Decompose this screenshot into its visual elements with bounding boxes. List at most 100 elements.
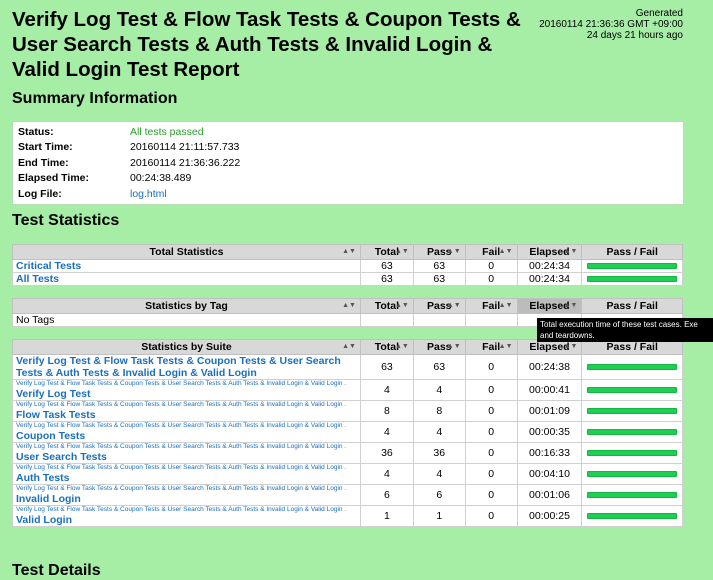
suite-name[interactable]: Verify Log Test & Flow Task Tests & Coup…	[12, 484, 361, 506]
pass-bar	[587, 364, 677, 370]
all-tests-link[interactable]: All Tests	[16, 273, 59, 285]
table-row: Verify Log Test & Flow Task Tests & Coup…	[12, 442, 683, 464]
stat-pass: 6	[412, 484, 466, 506]
statistics-heading: Test Statistics	[12, 212, 120, 229]
stat-fail: 0	[464, 421, 518, 443]
table-row: Verify Log Test & Flow Task Tests & Coup…	[12, 354, 683, 380]
col-header-fail[interactable]: Fail ▲▼	[464, 244, 518, 260]
stat-fail: 0	[464, 484, 518, 506]
summary-row-end: End Time: 20160114 21:36:36.222	[13, 155, 245, 171]
pass-fail-cell	[581, 259, 683, 273]
stat-fail: 0	[464, 442, 518, 464]
pass-fail-cell	[581, 379, 683, 401]
sort-arrows-icon: ▲▼	[342, 248, 356, 255]
pass-bar	[587, 429, 677, 435]
stat-fail: 0	[464, 272, 518, 286]
summary-heading: Summary Information	[12, 90, 178, 107]
col-header-pass[interactable]: Pass ▲▼	[412, 339, 466, 355]
suite-parent-path: Verify Log Test & Flow Task Tests & Coup…	[16, 443, 347, 450]
col-header-elapsed[interactable]: Elapsed ▲▼	[516, 298, 583, 314]
suite-statistics-table: Statistics by Suite ▲▼ Total ▲▼ Pass ▲▼ Fai…	[12, 339, 683, 527]
stat-elapsed: 00:00:35	[516, 421, 583, 443]
stat-total: 6	[359, 484, 414, 506]
stat-elapsed: 00:24:34	[516, 259, 583, 273]
pass-fail-cell	[581, 272, 683, 286]
stat-fail: 0	[464, 400, 518, 422]
stat-elapsed: 00:00:41	[516, 379, 583, 401]
suite-name[interactable]: Verify Log Test & Flow Task Tests & Coup…	[12, 379, 361, 401]
tooltip-line: Total execution time of these test cases…	[540, 320, 698, 329]
generated-ago: 24 days 21 hours ago	[586, 30, 683, 41]
col-header-pass[interactable]: Pass ▲▼	[412, 298, 466, 314]
col-header-fail[interactable]: Fail ▲▼	[464, 298, 518, 314]
stat-pass: 1	[412, 505, 466, 527]
pass-bar	[587, 276, 677, 282]
stat-elapsed: 00:01:09	[516, 400, 583, 422]
suite-name[interactable]: Verify Log Test & Flow Task Tests & Coup…	[12, 354, 361, 380]
suite-parent-path: Verify Log Test & Flow Task Tests & Coup…	[16, 401, 347, 408]
table-row: Verify Log Test & Flow Task Tests & Coup…	[12, 484, 683, 506]
stat-total: 4	[359, 463, 414, 485]
pass-bar	[587, 387, 677, 393]
col-header-total[interactable]: Total ▲▼	[359, 244, 414, 260]
stat-pass: 4	[412, 421, 466, 443]
pass-fail-cell	[581, 484, 683, 506]
summary-row-elapsed: Elapsed Time: 00:24:38.489	[13, 171, 245, 187]
sort-arrows-icon: ▲▼	[446, 343, 461, 350]
summary-key: Log File:	[18, 187, 62, 200]
suite-link[interactable]: Verify Log Test	[16, 388, 357, 400]
stat-elapsed: 00:04:10	[516, 463, 583, 485]
suite-parent-path: Verify Log Test & Flow Task Tests & Coup…	[16, 422, 347, 429]
col-header-total[interactable]: Total ▲▼	[359, 298, 414, 314]
stat-fail: 0	[464, 505, 518, 527]
summary-key: Status:	[18, 125, 54, 138]
stat-elapsed: 00:00:25	[516, 505, 583, 527]
table-row: All Tests 63 63 0 00:24:34	[12, 272, 683, 286]
suite-name[interactable]: Verify Log Test & Flow Task Tests & Coup…	[12, 505, 361, 527]
suite-name[interactable]: Verify Log Test & Flow Task Tests & Coup…	[12, 421, 361, 443]
sort-arrows-icon: ▲▼	[342, 302, 356, 309]
col-header-pass-fail[interactable]: Pass / Fail	[581, 298, 683, 314]
pass-bar	[587, 408, 677, 414]
stat-total: 36	[359, 442, 414, 464]
suite-link[interactable]: Flow Task Tests	[16, 409, 357, 421]
col-header-elapsed[interactable]: Elapsed ▲▼	[516, 244, 583, 260]
suite-link[interactable]: User Search Tests	[16, 451, 357, 463]
log-file-cell: log.html	[125, 186, 245, 202]
table-row: Verify Log Test & Flow Task Tests & Coup…	[12, 505, 683, 527]
elapsed-tooltip: Total execution time of these test cases…	[537, 318, 713, 342]
stat-elapsed: 00:01:06	[516, 484, 583, 506]
table-row: Verify Log Test & Flow Task Tests & Coup…	[12, 463, 683, 485]
pass-fail-cell	[581, 354, 683, 380]
suite-link[interactable]: Coupon Tests	[16, 430, 357, 442]
stat-name: All Tests	[12, 272, 361, 286]
critical-tests-link[interactable]: Critical Tests	[16, 260, 81, 272]
summary-key: End Time:	[18, 156, 69, 169]
top-suite-link[interactable]: Verify Log Test & Flow Task Tests & Coup…	[16, 355, 357, 379]
suite-link[interactable]: Valid Login	[16, 514, 357, 526]
suite-link[interactable]: Invalid Login	[16, 493, 357, 505]
col-header-name[interactable]: Total Statistics ▲▼	[12, 244, 361, 260]
table-row: Critical Tests 63 63 0 00:24:34	[12, 259, 683, 273]
suite-name[interactable]: Verify Log Test & Flow Task Tests & Coup…	[12, 442, 361, 464]
summary-row-log: Log File: log.html	[13, 186, 245, 202]
col-header-pass-fail[interactable]: Pass / Fail	[581, 244, 683, 260]
suite-link[interactable]: Auth Tests	[16, 472, 357, 484]
col-header-name[interactable]: Statistics by Tag ▲▼	[12, 298, 361, 314]
stat-elapsed: 00:24:34	[516, 272, 583, 286]
col-header-pass[interactable]: Pass ▲▼	[412, 244, 466, 260]
stat-total: 4	[359, 421, 414, 443]
col-header-total[interactable]: Total ▲▼	[359, 339, 414, 355]
suite-name[interactable]: Verify Log Test & Flow Task Tests & Coup…	[12, 463, 361, 485]
col-header-fail[interactable]: Fail ▲▼	[464, 339, 518, 355]
stat-pass: 36	[412, 442, 466, 464]
col-header-name[interactable]: Statistics by Suite ▲▼	[12, 339, 361, 355]
suite-name[interactable]: Verify Log Test & Flow Task Tests & Coup…	[12, 400, 361, 422]
stat-fail: 0	[464, 259, 518, 273]
stat-total: 4	[359, 379, 414, 401]
stat-elapsed: 00:16:33	[516, 442, 583, 464]
sort-arrows-icon: ▲▼	[498, 343, 513, 350]
sort-arrows-icon: ▲▼	[563, 302, 578, 309]
log-file-link[interactable]: log.html	[130, 188, 167, 200]
pass-fail-cell	[581, 505, 683, 527]
